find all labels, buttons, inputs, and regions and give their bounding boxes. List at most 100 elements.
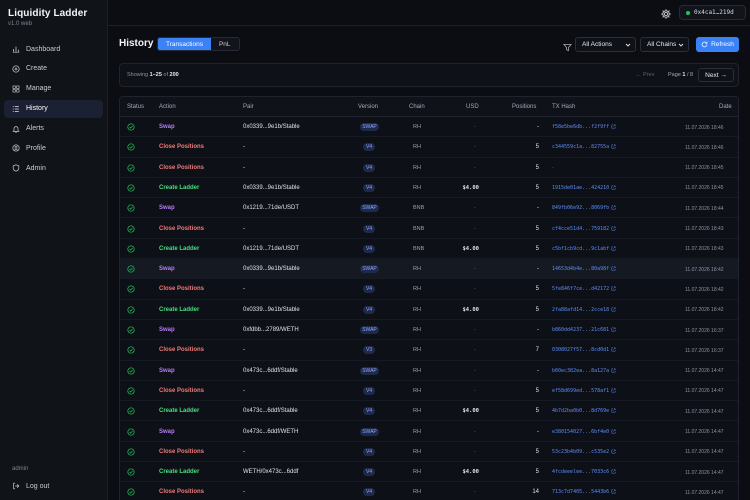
refresh-button[interactable]: Refresh	[696, 37, 739, 52]
sidebar-item-create[interactable]: Create	[4, 60, 103, 78]
table-row[interactable]: Close Positions - V4 RH - 5 - 11.07.2026 18:45	[120, 158, 738, 178]
sidebar-item-admin[interactable]: Admin	[4, 159, 103, 177]
status-success-icon	[127, 306, 135, 314]
row-usd: -	[474, 367, 476, 374]
version-badge: V4	[363, 285, 375, 294]
tx-hash-link[interactable]: c5bf1cb9cd...9c1abf	[552, 246, 616, 252]
table-row[interactable]: Create Ladder WETH/0x473c...6ddf V4 RH $4.00…	[120, 462, 738, 483]
chain-filter-select[interactable]: All Chains	[640, 37, 689, 52]
tx-hash-link[interactable]: cf4cce51d4...759182	[552, 226, 616, 232]
tab-transactions[interactable]: Transactions	[158, 38, 211, 50]
version-badge: V4	[363, 244, 375, 253]
sidebar-item-alerts[interactable]: Alerts	[4, 120, 103, 138]
external-link-icon	[611, 226, 616, 230]
table-row[interactable]: Close Positions - V4 RH - 5 5fe846f7ce...d4217…	[120, 279, 738, 300]
table-row[interactable]: Close Positions - V4 BNB - 5 cf4cce51d4...7591…	[120, 219, 738, 239]
sidebar-item-history[interactable]: History	[4, 99, 103, 118]
table-row[interactable]: Swap 0xfdbb...2789/WETH SWAP RH - - b860dd4237…	[120, 320, 738, 341]
row-positions: -	[537, 124, 539, 130]
tx-hash-link[interactable]: 53c23b4b09...c535e2	[552, 449, 616, 455]
table-row[interactable]: Close Positions - V3 RH - 7 0308027f57...8cd0d…	[120, 340, 738, 361]
logout-label: Log out	[26, 482, 50, 490]
pagination-bar: Showing 1–25 of 200 ← Prev Page 1 / 8 Ne…	[119, 63, 739, 87]
prev-page-button[interactable]: ← Prev	[636, 72, 654, 78]
table-row[interactable]: Swap 0x473c...6ddf/Stable SWAP RH - - b60ec382…	[120, 361, 738, 381]
tx-hash-link[interactable]: ef58d699ed...578af1	[552, 388, 616, 394]
gear-icon[interactable]	[660, 7, 672, 19]
logout-button[interactable]: Log out	[12, 482, 49, 490]
tx-hash-link[interactable]: 5fe846f7ce...d42172	[552, 286, 616, 292]
status-success-icon	[127, 468, 135, 476]
tx-hash-link[interactable]: 849fb06e92...8069fb	[552, 205, 616, 211]
brand: Liquidity Ladder v1.0 web	[8, 8, 87, 27]
header-positions: Positions	[512, 104, 537, 110]
user-circle-icon	[12, 144, 20, 153]
refresh-label: Refresh	[711, 41, 734, 48]
tx-hash-link[interactable]: e380154027...6bf4e0	[552, 429, 616, 435]
table-row[interactable]: Create Ladder 0x0339...9e1b/Stable V4 RH $4.…	[120, 300, 738, 320]
table-row[interactable]: Close Positions - V4 RH - 5 53c23b4b09...c535e…	[120, 442, 738, 463]
table-row[interactable]: Close Positions - V4 RH - 5 ef58d699ed...578af…	[120, 381, 738, 402]
table-row[interactable]: Create Ladder 0x473c...6ddf/Stable V4 RH $4.…	[120, 401, 738, 422]
sidebar-item-profile[interactable]: Profile	[4, 139, 103, 157]
row-action: Swap	[159, 205, 175, 212]
refresh-icon	[701, 41, 708, 48]
table-row[interactable]: Swap 0x0339...9e1b/Stable SWAP RH - - f58e5be6…	[120, 117, 738, 138]
row-positions: 5	[535, 469, 539, 476]
chevron-down-icon	[678, 43, 684, 47]
tx-hash-link[interactable]: 1915de01ae...424210	[552, 185, 616, 191]
table-row[interactable]: Close Positions - V4 RH - 14 713c7d7405...5443…	[120, 482, 738, 500]
table-row[interactable]: Swap 0x473c...6ddf/WETH SWAP RH - - e380154027…	[120, 422, 738, 442]
app-title: Liquidity Ladder	[8, 8, 88, 19]
row-chain: BNB	[413, 245, 425, 252]
wallet-button[interactable]: 0x4ca1…219d	[679, 5, 746, 20]
tab-pnl[interactable]: PnL	[210, 38, 239, 50]
table-row[interactable]: Close Positions - V4 RH - 5 c344559c1a...82755…	[120, 137, 738, 158]
status-success-icon	[127, 488, 135, 496]
tx-hash-link[interactable]: 4fcdeeelee...7033c6	[552, 469, 616, 475]
row-positions: 5	[535, 245, 539, 252]
table-row[interactable]: Swap 0x0339...9e1b/Stable SWAP RH - - 14653d4b…	[120, 259, 738, 280]
row-action: Close Positions	[159, 164, 205, 171]
tx-hash-link[interactable]: c344559c1a...82755a	[552, 144, 616, 150]
row-chain: RH	[413, 367, 421, 374]
header-chain: Chain	[409, 104, 425, 110]
app-version: v1.0 web	[8, 21, 33, 27]
row-positions: 5	[535, 448, 539, 455]
sidebar-item-dashboard[interactable]: Dashboard	[4, 40, 103, 58]
row-usd: -	[474, 225, 476, 232]
next-page-button[interactable]: Next →	[698, 68, 734, 82]
row-date: 11.07.2026 14:47	[685, 408, 724, 415]
table-row[interactable]: Create Ladder 0x1219...71de/USDT V4 BNB $4.0…	[120, 239, 738, 260]
row-chain: RH	[413, 448, 421, 455]
row-date: 11.07.2026 18:42	[685, 286, 724, 293]
plus-circle-icon	[12, 65, 20, 73]
sidebar-item-label: Profile	[26, 144, 46, 152]
tx-hash-link[interactable]: 14653d4b4e...80a98f	[552, 266, 616, 272]
list-icon	[12, 105, 20, 113]
table-row[interactable]: Swap 0x1219...71de/USDT SWAP BNB - - 849fb06e9…	[120, 198, 738, 219]
row-action: Swap	[159, 367, 175, 374]
tx-hash-link[interactable]: b860dd4237...21c681	[552, 327, 616, 333]
row-positions: 7	[535, 347, 539, 354]
tx-hash-link[interactable]: 0308027f57...8cd0d1	[552, 347, 616, 353]
status-success-icon	[127, 143, 135, 151]
row-usd: -	[474, 489, 476, 496]
action-filter-value: All Actions	[582, 41, 612, 48]
status-success-icon	[127, 427, 135, 436]
row-date: 11.07.2026 18:46	[685, 124, 724, 131]
row-date: 11.07.2026 18:46	[685, 144, 724, 151]
version-badge: V4	[363, 163, 375, 172]
action-filter-select[interactable]: All Actions	[575, 37, 636, 52]
tx-hash-link[interactable]: f58e5be6db...f2f9ff	[552, 124, 616, 130]
tx-hash-link[interactable]: 713c7d7405...5443b6	[552, 489, 616, 495]
tx-hash-link[interactable]: 2fa88afd14...2cce18	[552, 307, 616, 313]
row-usd: -	[474, 124, 476, 130]
table-row[interactable]: Create Ladder 0x0339...9e1b/Stable V4 RH $4.…	[120, 178, 738, 199]
sidebar-item-manage[interactable]: Manage	[4, 80, 103, 98]
tx-hash-link[interactable]: 4b7d2ba0b0...8d769e	[552, 408, 616, 414]
row-chain: RH	[413, 489, 421, 496]
topbar: 0x4ca1…219d	[108, 0, 750, 26]
row-action: Swap	[159, 428, 175, 435]
tx-hash-link[interactable]: b60ec382ea...8a127a	[552, 368, 616, 374]
